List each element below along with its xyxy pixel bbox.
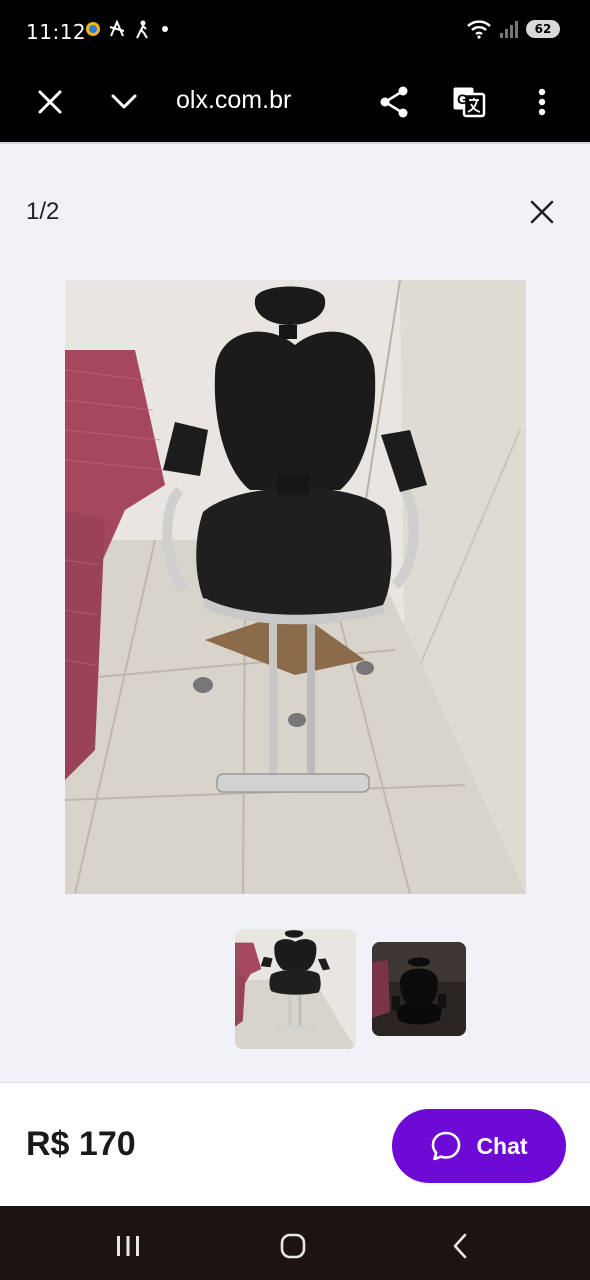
translate-icon: G [453,87,486,118]
url-display[interactable]: olx.com.br [176,86,326,115]
home-button[interactable] [273,1226,313,1266]
back-icon [453,1233,467,1259]
close-icon [38,90,62,114]
thumbnail-1[interactable] [235,929,356,1049]
minimize-button[interactable] [100,78,148,126]
signal-icon [500,21,518,38]
chat-button-label: Chat [476,1132,528,1159]
more-vert-icon [538,88,546,116]
back-button[interactable] [440,1226,480,1266]
salon-chair-image [65,280,526,894]
recents-icon [117,1236,139,1256]
wifi-icon [467,20,491,39]
close-gallery-button[interactable] [524,194,560,230]
chat-bubble-icon [432,1131,461,1161]
thumbnail-2[interactable] [372,942,466,1036]
price-bar: R$ 170 Chat [0,1082,590,1206]
chevron-down-icon [111,94,137,109]
battery-indicator: 62 [526,20,560,38]
notification-icon-3 [136,20,148,39]
thumbnail-2-image [372,942,466,1036]
recents-button[interactable] [108,1226,148,1266]
status-bar: 11:12 62 [0,0,590,62]
share-icon [380,86,408,118]
browser-toolbar: olx.com.br G [0,62,590,142]
photo-gallery: 1/2 [0,142,590,1082]
close-icon [530,200,554,224]
notification-icon-1 [86,22,100,36]
translate-button[interactable]: G [445,78,493,126]
photo-counter: 1/2 [26,198,60,225]
more-options-button[interactable] [518,78,566,126]
chat-button[interactable]: Chat [392,1109,566,1183]
notification-icons [84,18,168,40]
more-notifications-dot [162,26,168,32]
notification-icon-2 [109,19,125,37]
main-photo[interactable] [65,280,526,894]
thumbnail-1-image [235,929,356,1049]
navigation-bar [0,1206,590,1280]
svg-text:G: G [457,91,468,107]
close-tab-button[interactable] [26,78,74,126]
share-button[interactable] [370,78,418,126]
status-right: 62 [466,18,560,40]
status-time: 11:12 [26,20,87,44]
home-icon [280,1233,306,1259]
listing-price: R$ 170 [26,1125,136,1163]
